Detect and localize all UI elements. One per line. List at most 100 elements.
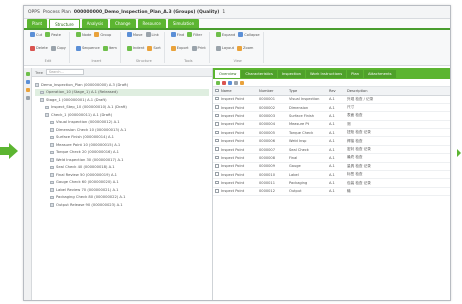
grid-tab[interactable]: Inspection	[277, 69, 305, 78]
table-cell: 0000004	[257, 120, 287, 130]
grid-tab[interactable]: Overview	[215, 69, 241, 78]
find-button[interactable]: Find	[170, 32, 184, 37]
tree-node[interactable]: Inspect_Step_10 (000000010) A.1 (Draft)	[35, 104, 209, 112]
row-checkbox[interactable]	[215, 96, 219, 101]
tree-node-icon	[45, 113, 49, 117]
table-row[interactable]: Inspect Point 0000001 Visual Inspection A.1…	[213, 95, 450, 104]
tree-node[interactable]: Packaging Check 80 (000000022) A.1	[35, 194, 209, 202]
settings-icon[interactable]	[25, 96, 30, 100]
layers-icon[interactable]	[25, 80, 30, 84]
tree-node[interactable]: Dimension Check 10 (000000013) A.1	[35, 126, 209, 134]
grid-column-header[interactable]: Type	[287, 87, 327, 96]
row-checkbox[interactable]	[215, 113, 219, 118]
folder-icon[interactable]	[25, 88, 30, 92]
zoom-button[interactable]: Zoom	[237, 45, 253, 51]
remove-icon[interactable]	[222, 80, 226, 85]
table-row[interactable]: Inspect Point 0000009 Gauge A.1 量具 检查 记录	[213, 162, 450, 172]
insert-node-button[interactable]: Node	[75, 32, 91, 37]
link-button[interactable]: Link	[145, 32, 159, 37]
add-icon[interactable]	[216, 80, 220, 85]
table-cell: 0000007	[257, 145, 287, 155]
indent-button[interactable]: Indent	[126, 45, 144, 51]
tree-node[interactable]: Output Release 90 (000000023) A.1	[35, 201, 209, 209]
tab-plant[interactable]: Plant	[27, 19, 48, 28]
tree-node[interactable]: Weld Inspection 30 (000000017) A.1	[35, 156, 209, 164]
grid-tab[interactable]: Plan	[347, 69, 364, 78]
select-all-checkbox[interactable]	[215, 88, 219, 92]
row-checkbox[interactable]	[215, 180, 219, 185]
delete-button[interactable]: Delete	[30, 45, 48, 51]
layout-button[interactable]: Layout	[215, 45, 234, 51]
table-row[interactable]: Inspect Point 0000012 Output A.1 输	[213, 187, 450, 197]
tree-node[interactable]: Check_1 (000000011) A.1 (Draft)	[35, 111, 209, 119]
move-button[interactable]: Move	[126, 32, 143, 37]
tree-node[interactable]: Torque Check 20 (000000016) A.1	[35, 149, 209, 157]
tree-node-icon	[40, 90, 44, 94]
paste-button[interactable]: Paste	[45, 32, 61, 37]
home-icon[interactable]	[25, 72, 30, 76]
row-checkbox[interactable]	[215, 147, 219, 151]
grid-tab[interactable]: Attachments	[364, 69, 396, 78]
tab-change[interactable]: Change	[110, 19, 136, 28]
copy-button[interactable]: Copy	[50, 45, 66, 51]
table-row[interactable]: Inspect Point 0000007 Seal Check A.1 密封 检查 记…	[213, 145, 450, 155]
grid-tab[interactable]: Work Instructions	[306, 69, 347, 78]
tab-simulation[interactable]: Simulation	[167, 19, 200, 28]
tree-node[interactable]: Surface Finish (000000014) A.1	[35, 134, 209, 142]
grid-column-header[interactable]: Rev	[327, 87, 345, 96]
tree-node-label: Dimension Check 10 (000000013) A.1	[56, 127, 127, 132]
table-row[interactable]: Inspect Point 0000008 Final A.1 最终 检查	[213, 153, 450, 163]
insert-group-button[interactable]: Group	[94, 32, 111, 37]
table-row[interactable]: Inspect Point 0000006 Weld Insp A.1 焊接 检查	[213, 136, 450, 146]
table-row[interactable]: Inspect Point 0000010 Label A.1 标签 检查	[213, 170, 450, 180]
grid-tab[interactable]: Characteristics	[241, 69, 277, 78]
filter-button[interactable]: Filter	[187, 32, 202, 37]
refresh-icon[interactable]	[228, 80, 232, 85]
row-checkbox[interactable]	[215, 138, 219, 143]
columns-icon[interactable]	[234, 80, 238, 85]
row-checkbox[interactable]	[215, 172, 219, 176]
print-button[interactable]: Print	[191, 45, 206, 51]
row-checkbox[interactable]	[215, 189, 219, 193]
tree-node[interactable]: Final Review 50 (000000019) A.1	[35, 171, 209, 179]
table-row[interactable]: Inspect Point 0000011 Packaging A.1 包装 检查 记录	[213, 178, 450, 188]
grid-column-header[interactable]: Number	[257, 87, 287, 96]
tree-node[interactable]: Seal Check 40 (000000018) A.1	[35, 164, 209, 172]
table-row[interactable]: Inspect Point 0000004 Measure Pt A.1 测	[213, 120, 450, 130]
tree-node[interactable]: Label Review 70 (000000021) A.1	[35, 186, 209, 194]
left-rail	[24, 68, 32, 300]
tree-search-input[interactable]: Search...	[45, 69, 84, 75]
export-icon	[170, 45, 176, 51]
tab-analysis[interactable]: Analysis	[81, 19, 109, 28]
table-row[interactable]: Inspect Point 0000003 Surface Finish A.1 表面 …	[213, 111, 450, 121]
sort-button[interactable]: Sort	[147, 45, 161, 51]
tab-resource[interactable]: Resource	[137, 19, 166, 28]
group-icon	[94, 32, 100, 37]
tree-node[interactable]: Demo_Inspection_Plan (000000000) A.3 (Dr…	[35, 81, 209, 89]
row-checkbox[interactable]	[215, 130, 219, 134]
insert-item-button[interactable]: Item	[102, 45, 117, 51]
tree-node[interactable]: Gauge Check 60 (000000020) A.1	[35, 179, 209, 187]
cut-button[interactable]: Cut	[30, 32, 42, 37]
grid-column-header[interactable]: Name	[219, 87, 257, 96]
export-button[interactable]: Export	[170, 45, 189, 51]
tree-node-icon	[50, 165, 54, 169]
tree-node[interactable]: Visual Inspection (000000012) A.1	[35, 119, 209, 127]
row-checkbox[interactable]	[215, 164, 219, 168]
tree-node[interactable]: Stage_1 (000000001) A.1 (Draft)	[35, 96, 209, 104]
table-row[interactable]: Inspect Point 0000005 Torque Check A.1 扭矩 检查…	[213, 128, 450, 138]
insert-sequence-button[interactable]: Sequence	[75, 45, 100, 51]
expand-button[interactable]: Expand	[215, 32, 235, 37]
row-checkbox[interactable]	[215, 122, 219, 126]
table-row[interactable]: Inspect Point 0000002 Dimension A.1 尺寸	[213, 103, 450, 113]
tree-node[interactable]: Operation_10 (Stage_1) A.1 (Released)	[35, 88, 209, 96]
table-cell: 0000012	[257, 187, 287, 197]
tree-node[interactable]: Measure Point 10 (000000015) A.1	[35, 141, 209, 149]
row-checkbox[interactable]	[215, 155, 219, 160]
row-checkbox[interactable]	[215, 105, 219, 109]
node-icon	[75, 32, 81, 37]
collapse-button[interactable]: Collapse	[238, 32, 260, 37]
export-grid-icon[interactable]	[240, 80, 244, 85]
grid-column-header[interactable]: Description	[345, 87, 450, 96]
tab-structure[interactable]: Structure	[49, 19, 80, 28]
